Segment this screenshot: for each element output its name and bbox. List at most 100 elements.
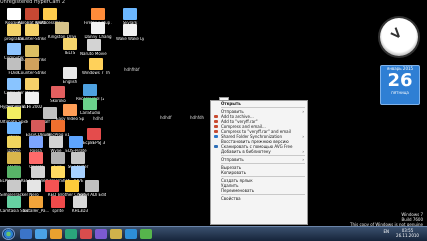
taskbar-app-4[interactable] — [65, 229, 77, 239]
taskbar: EN 03:55 26.11.2010 — [0, 226, 427, 241]
app-icon — [65, 180, 79, 192]
app-icon — [29, 196, 43, 208]
app-icon — [51, 152, 65, 164]
menu-item[interactable]: Открыть — [211, 101, 307, 106]
app-icon — [43, 107, 57, 119]
menu-item-label: Добавить в библиотеку — [221, 149, 271, 154]
app-icon — [71, 166, 85, 178]
app-icon — [71, 152, 85, 164]
menu-item-label: Свойства — [221, 196, 241, 201]
floating-label-2: hdhd — [93, 116, 104, 121]
menu-item[interactable]: Переименовать — [211, 188, 307, 193]
menu-separator — [221, 107, 305, 108]
app-icon — [69, 136, 83, 148]
app-icon — [25, 24, 39, 36]
app-icon — [25, 58, 39, 70]
app-icon — [25, 78, 39, 90]
app-icon — [51, 86, 65, 98]
app-icon — [7, 196, 21, 208]
desktop: Unregistered HyperCam 2 Корзина AcroBat R… — [0, 0, 427, 227]
app-icon — [7, 122, 21, 134]
app-icon — [7, 152, 21, 164]
menu-separator — [221, 176, 305, 177]
app-icon — [7, 166, 21, 178]
desktop-icon-label: KHL3D3 — [71, 209, 89, 213]
app-icon — [83, 98, 97, 110]
start-button[interactable] — [2, 228, 15, 240]
desktop-icon[interactable]: KHL3D3 — [66, 196, 94, 222]
calendar-day: 26 — [387, 70, 413, 91]
submenu-arrow-icon: › — [302, 149, 304, 154]
app-icon — [63, 104, 77, 116]
calendar-gadget[interactable]: январь 2015 26 пятница — [380, 65, 420, 105]
app-icon — [29, 152, 43, 164]
menu-item[interactable]: Отправить › — [211, 157, 307, 162]
app-icon — [85, 180, 99, 192]
desktop-icon-label: Counter-Strike Source — [18, 37, 46, 41]
app-icon — [89, 58, 103, 70]
taskbar-clock[interactable]: 03:55 26.11.2010 — [391, 228, 424, 238]
app-icon — [31, 120, 45, 132]
tray-language[interactable]: EN — [383, 229, 389, 234]
menu-item-icon — [214, 145, 218, 148]
floating-label-3: hdhdf — [160, 115, 172, 120]
desktop-icon[interactable]: Wake Wake Lyrics — [116, 24, 144, 50]
desktop-icon[interactable]: Windows 7 Theme Bl... — [82, 58, 110, 84]
menu-item[interactable]: Свойства — [211, 196, 307, 201]
app-icon — [123, 24, 137, 36]
taskbar-app-5[interactable] — [80, 229, 92, 239]
menu-item-icon — [214, 135, 218, 138]
app-icon — [45, 180, 59, 192]
app-icon — [63, 38, 77, 50]
taskbar-app-6[interactable] — [95, 229, 107, 239]
menu-item[interactable]: Копировать — [211, 170, 307, 175]
menu-item-icon — [214, 115, 218, 118]
taskbar-app-3[interactable] — [50, 229, 62, 239]
app-icon — [91, 22, 105, 34]
app-icon — [55, 22, 69, 34]
windows-watermark: Windows 7 Build 7600 This copy of Window… — [350, 212, 423, 227]
taskbar-date: 26.11.2010 — [396, 233, 419, 238]
desktop-icon-label: Skoroko — [50, 99, 66, 103]
menu-item-label: Отправить — [221, 157, 244, 162]
taskbar-app-7[interactable] — [110, 229, 122, 239]
menu-separator — [221, 194, 305, 195]
taskbar-app-2[interactable] — [35, 229, 47, 239]
taskbar-app-1[interactable] — [20, 229, 32, 239]
menu-separator — [221, 163, 305, 164]
desktop-icon-label: Windows 7 Theme Bl... — [82, 71, 110, 75]
menu-item-icon — [214, 125, 218, 128]
floating-label-1: hdhfhbf — [124, 67, 140, 72]
app-icon — [83, 84, 97, 96]
taskbar-app-8[interactable] — [125, 229, 137, 239]
app-icon — [29, 136, 43, 148]
menu-item-label: Переименовать — [221, 188, 255, 193]
desktop-icon-label: Naruto Movie 1 — [80, 52, 108, 56]
taskbar-app-9[interactable] — [140, 229, 152, 239]
desktop-icon-label: Counter-Strike Source — [18, 71, 46, 75]
app-icon — [31, 166, 45, 178]
menu-item-label: Открыть — [221, 101, 241, 106]
app-icon — [123, 8, 137, 20]
menu-item[interactable]: Добавить в библиотеку › — [211, 149, 307, 154]
app-icon — [7, 180, 21, 192]
app-icon — [25, 45, 39, 57]
menu-separator — [221, 155, 305, 156]
app-icon — [73, 196, 87, 208]
app-icon — [25, 92, 39, 104]
app-icon — [51, 120, 65, 132]
app-icon — [7, 136, 21, 148]
recording-watermark: Unregistered HyperCam 2 — [0, 0, 66, 5]
desktop-icon-label: Wake Wake Lyrics — [116, 37, 144, 41]
app-icon — [51, 166, 65, 178]
submenu-arrow-icon: › — [302, 157, 304, 162]
app-icon — [91, 8, 105, 20]
clock-gadget[interactable] — [380, 18, 418, 56]
app-icon — [43, 8, 57, 20]
desktop-icon-label: CanStudio — [79, 111, 101, 115]
app-icon — [87, 39, 101, 51]
context-menu: Открыть Отправить › Add to archive... Add to… — [210, 100, 308, 225]
app-icon — [63, 67, 77, 79]
menu-item-label: Копировать — [221, 170, 246, 175]
app-icon — [49, 136, 63, 148]
